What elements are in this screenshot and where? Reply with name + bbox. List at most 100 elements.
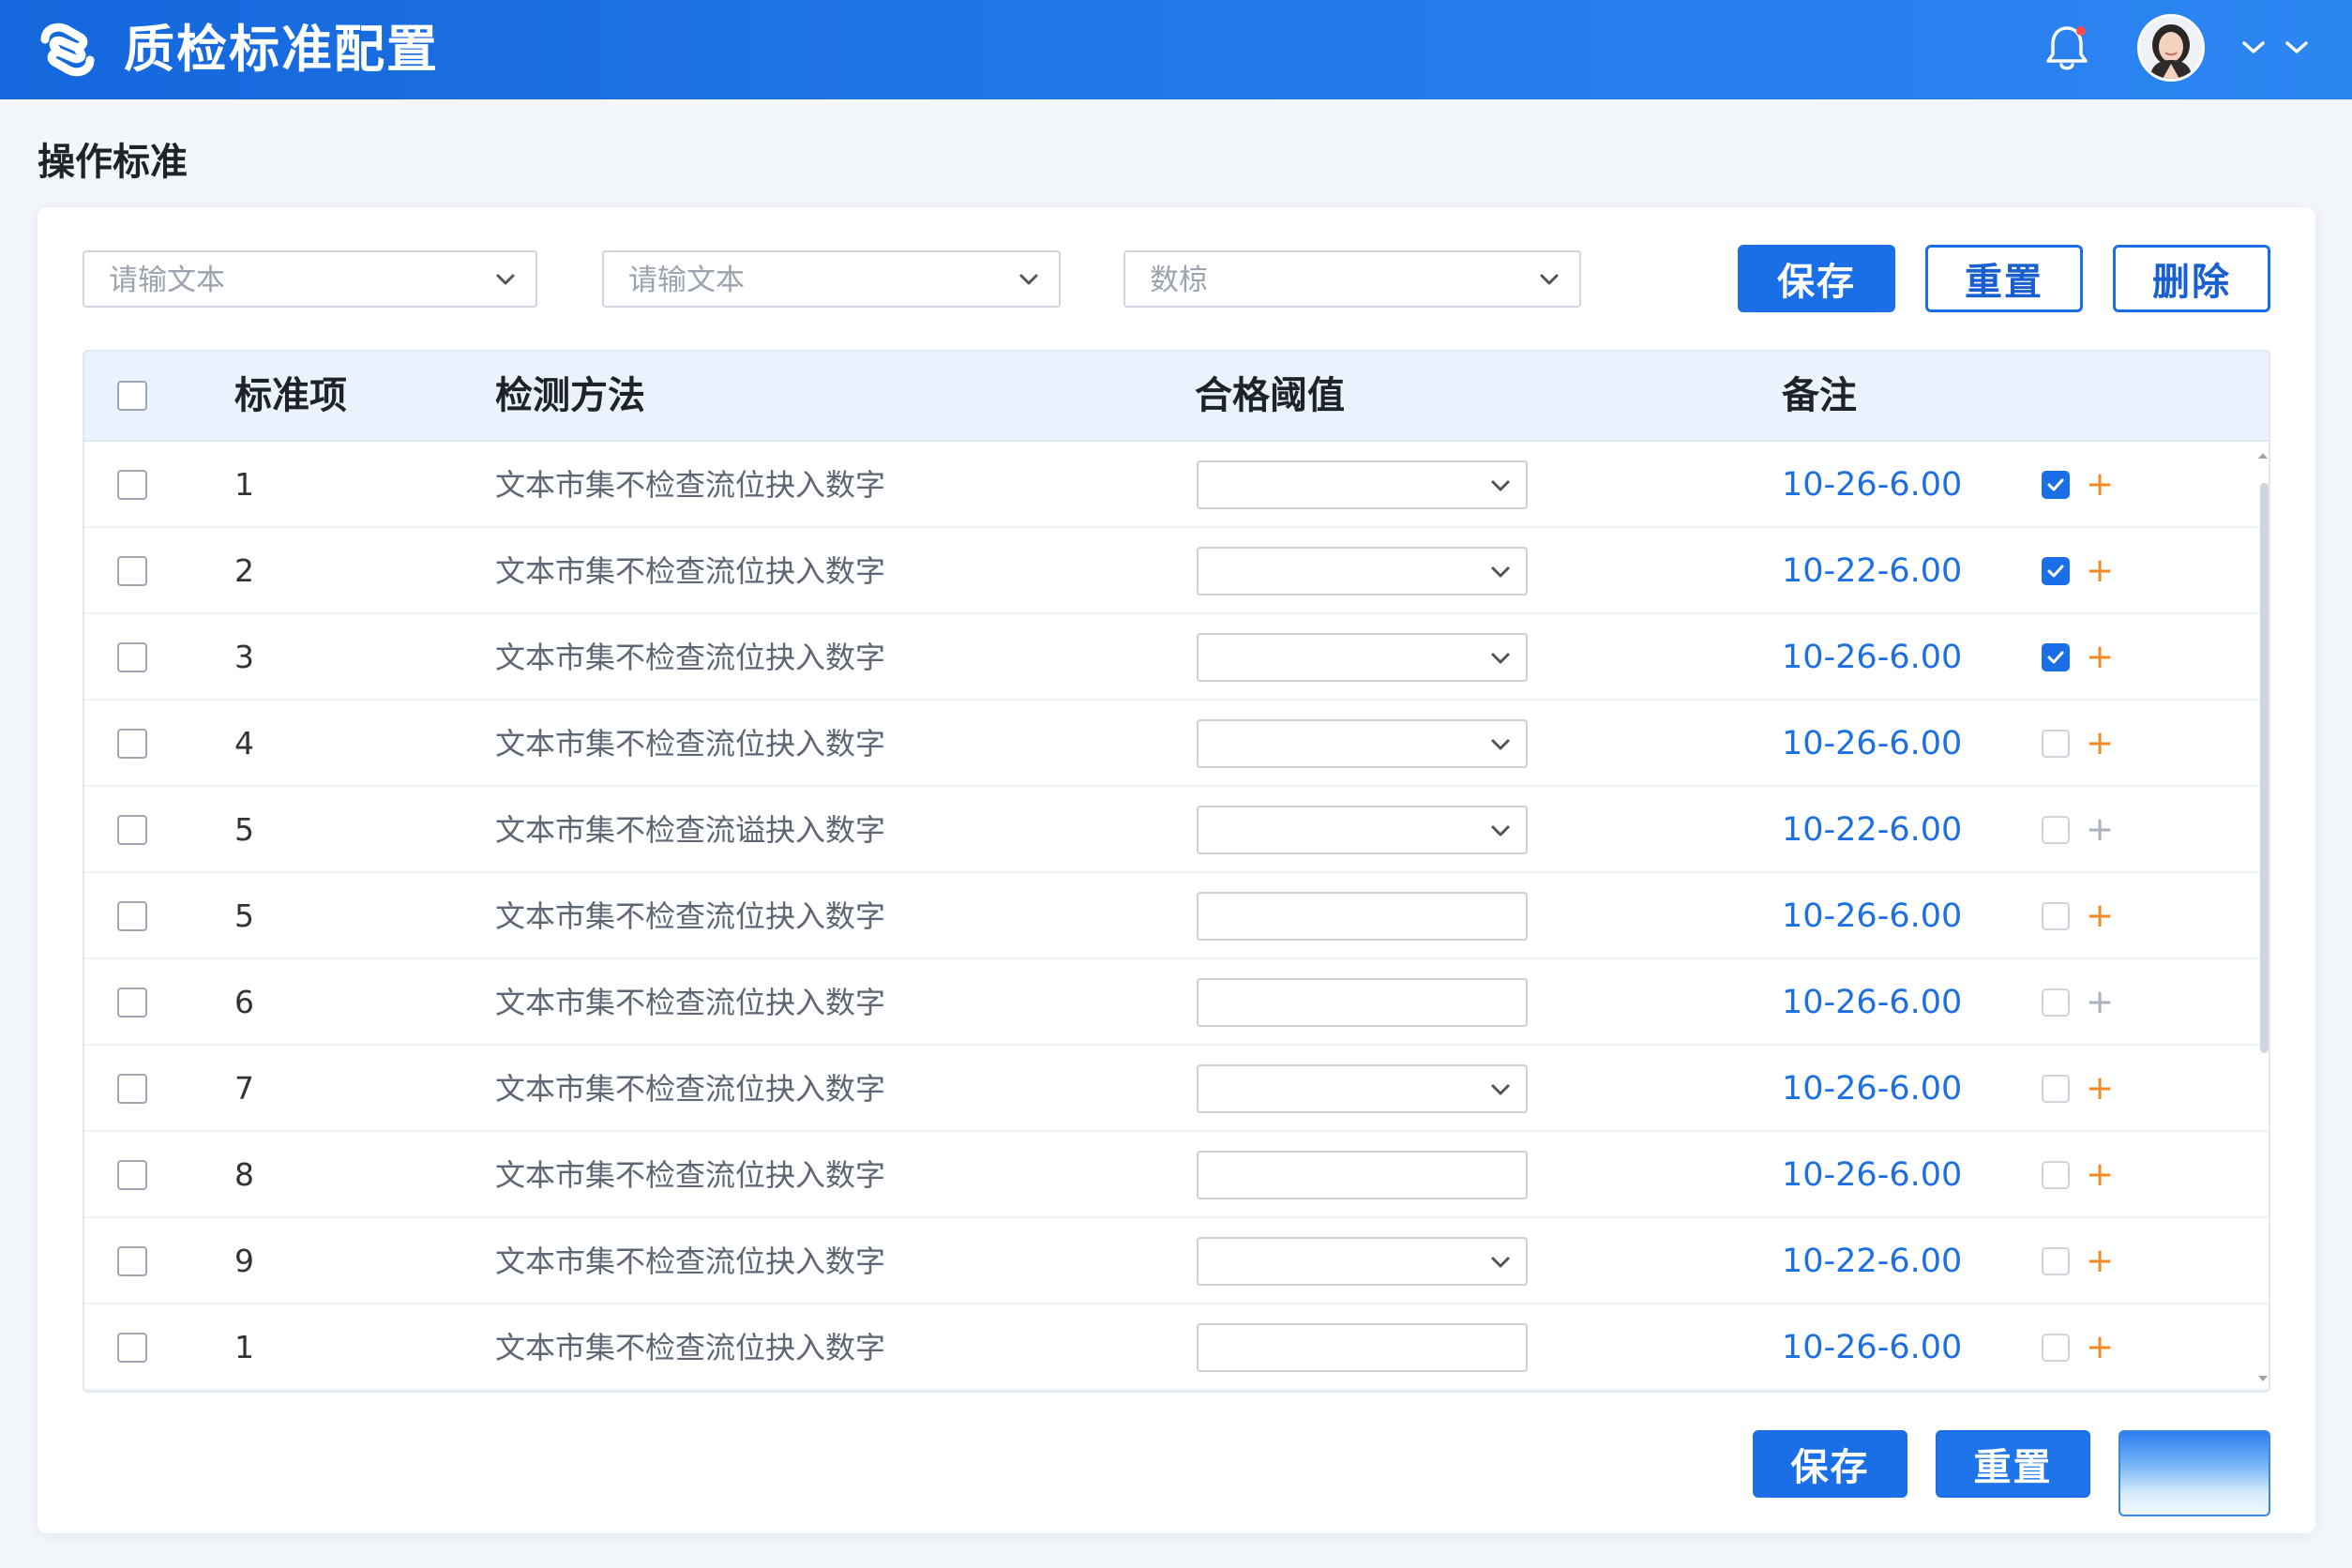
threshold-input[interactable]	[1197, 1323, 1528, 1372]
threshold-input[interactable]	[1197, 1151, 1528, 1199]
filter-input-2[interactable]	[626, 252, 994, 308]
standards-table: 标准项 检测方法 合格阈值 备注 1 文本市集不检查流位抉入数字 10-26-6.0…	[83, 350, 2270, 1393]
row-toggle-checkbox[interactable]	[2042, 1247, 2070, 1275]
add-icon[interactable]: +	[2086, 959, 2114, 1046]
save-button[interactable]: 保存	[1738, 245, 1895, 312]
page-title: 操作标准	[38, 141, 188, 184]
row-toggle-checkbox[interactable]	[2042, 902, 2070, 930]
standard-item: 6	[234, 984, 254, 1020]
standard-item: 1	[234, 1329, 254, 1365]
threshold-select[interactable]	[1197, 633, 1528, 682]
row-checkbox[interactable]	[117, 815, 147, 845]
threshold-select[interactable]	[1197, 719, 1528, 768]
row-checkbox[interactable]	[117, 1074, 147, 1104]
column-header-method[interactable]: 检测方法	[495, 352, 645, 440]
add-icon[interactable]: +	[2086, 701, 2114, 787]
filter-select-2[interactable]	[602, 250, 1061, 308]
footer-reset-button[interactable]: 重置	[1936, 1430, 2090, 1498]
threshold-select[interactable]	[1197, 547, 1528, 596]
add-icon[interactable]: +	[2086, 1046, 2114, 1132]
row-toggle-checkbox[interactable]	[2042, 1075, 2070, 1103]
row-checkbox[interactable]	[117, 1246, 147, 1276]
bell-icon[interactable]	[2043, 23, 2091, 73]
delete-button[interactable]: 删除	[2113, 245, 2270, 312]
standard-item: 4	[234, 725, 254, 761]
note-link[interactable]: 10-26-6.00	[1782, 442, 1962, 528]
row-checkbox[interactable]	[117, 556, 147, 586]
detection-method: 文本市集不检查流位抉入数字	[495, 726, 886, 761]
detection-method: 文本市集不检查流位抉入数字	[495, 1157, 886, 1193]
standard-item: 2	[234, 552, 254, 589]
note-link[interactable]: 10-26-6.00	[1782, 959, 1962, 1046]
row-toggle-checkbox[interactable]	[2042, 1334, 2070, 1362]
add-icon[interactable]: +	[2086, 442, 2114, 528]
scrollbar-thumb[interactable]	[2260, 483, 2269, 1053]
add-icon[interactable]: +	[2086, 1304, 2114, 1391]
filter-input-3[interactable]	[1148, 252, 1515, 308]
detection-method: 文本市集不检查流位抉入数字	[495, 553, 886, 589]
footer-third-button[interactable]	[2118, 1430, 2270, 1516]
detection-method: 文本市集不检查流位抉入数字	[495, 467, 886, 503]
note-link[interactable]: 10-26-6.00	[1782, 1304, 1962, 1391]
threshold-select[interactable]	[1197, 806, 1528, 854]
table-row: 9 文本市集不检查流位抉入数字 10-22-6.00 +	[84, 1218, 2269, 1304]
column-header-item[interactable]: 标准项	[234, 352, 347, 440]
threshold-select[interactable]	[1197, 1064, 1528, 1113]
filter-select-1[interactable]	[83, 250, 537, 308]
row-checkbox[interactable]	[117, 729, 147, 759]
add-icon[interactable]: +	[2086, 528, 2114, 614]
standard-item: 5	[234, 897, 254, 934]
row-toggle-checkbox[interactable]	[2042, 1161, 2070, 1189]
detection-method: 文本市集不检查流位抉入数字	[495, 1071, 886, 1107]
footer-save-button[interactable]: 保存	[1753, 1430, 1907, 1498]
row-checkbox[interactable]	[117, 642, 147, 672]
row-toggle-checkbox[interactable]	[2042, 816, 2070, 844]
row-toggle-checkbox[interactable]	[2042, 730, 2070, 758]
table-body: 1 文本市集不检查流位抉入数字 10-26-6.00 +2 文本市集不检查流位抉入数字 1…	[84, 442, 2269, 1391]
check-icon	[2047, 565, 2064, 578]
table-header: 标准项 检测方法 合格阈值 备注	[84, 352, 2269, 442]
note-link[interactable]: 10-26-6.00	[1782, 1132, 1962, 1218]
threshold-input[interactable]	[1197, 978, 1528, 1027]
reset-button[interactable]: 重置	[1925, 245, 2083, 312]
note-link[interactable]: 10-26-6.00	[1782, 701, 1962, 787]
threshold-select[interactable]	[1197, 460, 1528, 509]
chevron-down-icon[interactable]	[2239, 36, 2268, 58]
chevron-down-icon[interactable]	[2283, 36, 2311, 58]
note-link[interactable]: 10-26-6.00	[1782, 614, 1962, 701]
chevron-down-icon	[1491, 825, 1510, 837]
note-link[interactable]: 10-22-6.00	[1782, 1218, 1962, 1304]
row-checkbox[interactable]	[117, 470, 147, 500]
add-icon[interactable]: +	[2086, 1132, 2114, 1218]
row-toggle-checkbox[interactable]	[2042, 988, 2070, 1017]
add-icon[interactable]: +	[2086, 787, 2114, 873]
note-link[interactable]: 10-22-6.00	[1782, 787, 1962, 873]
threshold-input[interactable]	[1197, 892, 1528, 941]
note-link[interactable]: 10-26-6.00	[1782, 873, 1962, 959]
column-header-threshold[interactable]: 合格阈值	[1195, 352, 1345, 440]
scroll-down-icon[interactable]	[2256, 1374, 2269, 1383]
select-all-checkbox[interactable]	[117, 381, 147, 411]
add-icon[interactable]: +	[2086, 873, 2114, 959]
detection-method: 文本市集不检查流位抉入数字	[495, 985, 886, 1020]
chevron-down-icon	[1491, 566, 1510, 578]
column-header-note[interactable]: 备注	[1782, 352, 1857, 440]
scroll-up-icon[interactable]	[2256, 451, 2269, 460]
row-toggle-checkbox[interactable]	[2042, 643, 2070, 671]
avatar[interactable]	[2137, 14, 2205, 82]
row-checkbox[interactable]	[117, 1333, 147, 1363]
filter-input-1[interactable]	[107, 252, 472, 308]
detection-method: 文本市集不检查流位抉入数字	[495, 1330, 886, 1365]
row-toggle-checkbox[interactable]	[2042, 557, 2070, 585]
add-icon[interactable]: +	[2086, 614, 2114, 701]
row-checkbox[interactable]	[117, 901, 147, 931]
row-checkbox[interactable]	[117, 988, 147, 1018]
note-link[interactable]: 10-26-6.00	[1782, 1046, 1962, 1132]
add-icon[interactable]: +	[2086, 1218, 2114, 1304]
note-link[interactable]: 10-22-6.00	[1782, 528, 1962, 614]
standard-item: 7	[234, 1070, 254, 1107]
row-toggle-checkbox[interactable]	[2042, 471, 2070, 499]
filter-select-3[interactable]	[1123, 250, 1581, 308]
threshold-select[interactable]	[1197, 1237, 1528, 1286]
row-checkbox[interactable]	[117, 1160, 147, 1190]
